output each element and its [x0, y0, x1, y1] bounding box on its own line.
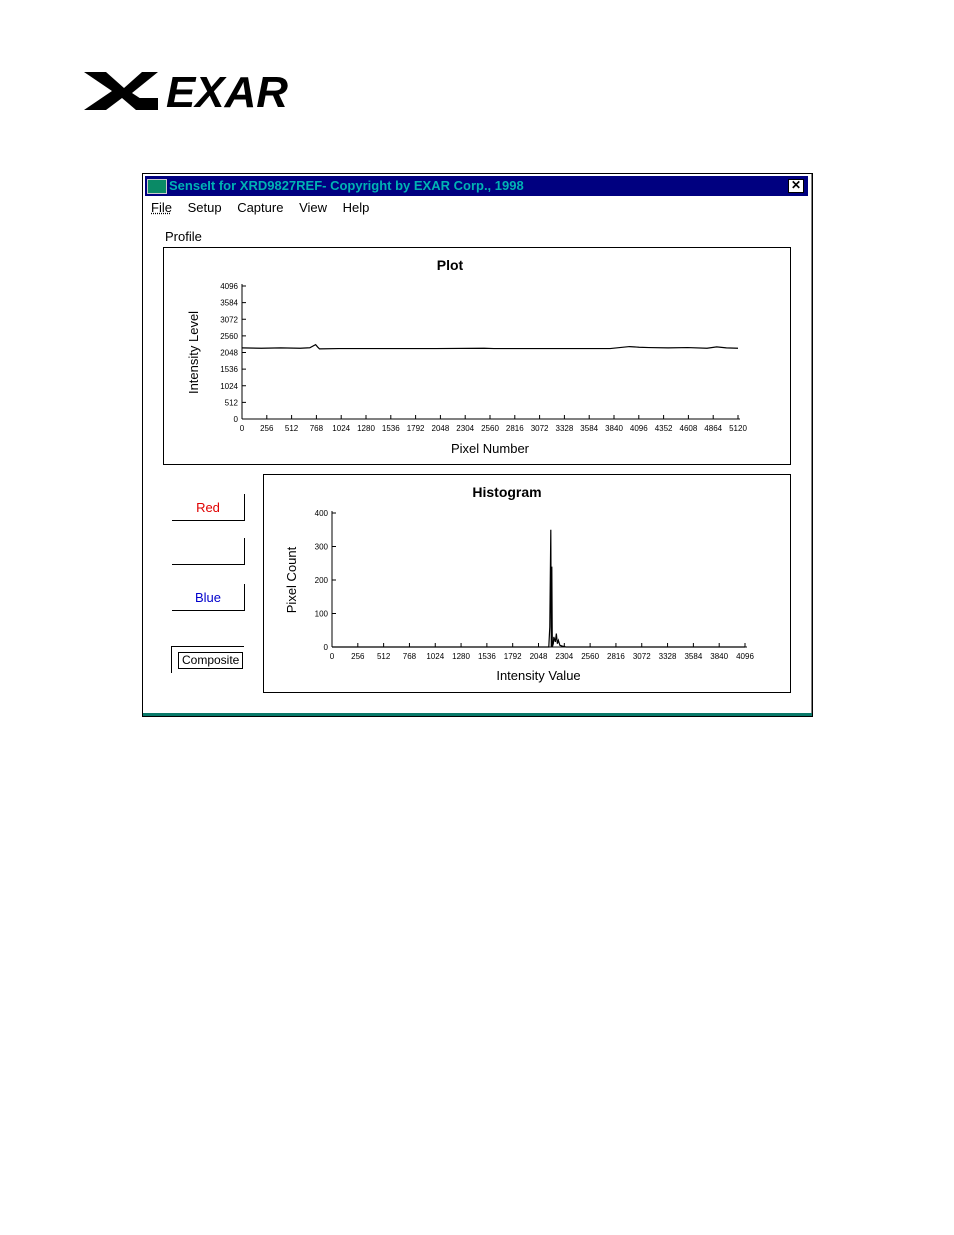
- chart-title: Histogram: [472, 484, 541, 500]
- x-tick-label: 3328: [556, 424, 574, 433]
- y-tick-label: 100: [315, 610, 329, 619]
- x-tick-label: 2560: [581, 652, 599, 661]
- histogram-panel: Histogram 0 256 512 768 1024 1280 1536 1792 2048 2…: [263, 474, 791, 693]
- plot-panel: Plot 0 256 512 768 1024 1280 1536 1792 2048 2304 25…: [163, 247, 791, 465]
- x-tick-label: 1792: [504, 652, 522, 661]
- y-axis-label: Pixel Count: [284, 546, 299, 613]
- x-tick-label: 2048: [530, 652, 548, 661]
- y-tick-label: 1024: [220, 382, 238, 391]
- x-tick-label: 2048: [432, 424, 450, 433]
- x-tick-label: 2560: [481, 424, 499, 433]
- app-window: SenseIt for XRD9827REF- Copyright by EXA…: [142, 173, 813, 717]
- y-tick-label: 512: [225, 398, 239, 407]
- y-tick-label: 1536: [220, 365, 238, 374]
- series-line: [332, 529, 745, 648]
- x-tick-label: 1536: [382, 424, 400, 433]
- window-title: SenseIt for XRD9827REF- Copyright by EXA…: [169, 178, 524, 193]
- x-axis-label: Pixel Number: [451, 441, 530, 456]
- x-tick-label: 0: [330, 652, 335, 661]
- y-tick-label: 3584: [220, 299, 238, 308]
- menu-capture[interactable]: Capture: [237, 200, 283, 215]
- composite-label: Composite: [178, 652, 244, 669]
- x-tick-label: 3072: [531, 424, 549, 433]
- x-tick-label: 1024: [332, 424, 350, 433]
- x-tick-label: 1280: [452, 652, 470, 661]
- x-tick-label: 4096: [630, 424, 648, 433]
- x-tick-label: 1024: [426, 652, 444, 661]
- composite-button[interactable]: Composite: [171, 646, 244, 673]
- series-line: [241, 343, 739, 350]
- y-tick-label: 2048: [220, 349, 238, 358]
- close-icon: ✕: [790, 178, 802, 192]
- x-tick-label: 2816: [607, 652, 625, 661]
- menu-bar: File Setup Capture View Help: [151, 200, 381, 218]
- title-bar[interactable]: SenseIt for XRD9827REF- Copyright by EXA…: [145, 176, 808, 196]
- plot-chart: Plot 0 256 512 768 1024 1280 1536 1792 2048 2304 25…: [186, 257, 747, 456]
- x-tick-label: 256: [260, 424, 274, 433]
- red-button[interactable]: Red: [172, 494, 245, 521]
- y-tick-label: 4096: [220, 282, 238, 291]
- x-tick-label: 4096: [736, 652, 754, 661]
- x-tick-label: 512: [285, 424, 299, 433]
- y-tick-label: 2560: [220, 332, 238, 341]
- x-tick-label: 1792: [407, 424, 425, 433]
- y-tick-label: 0: [234, 415, 239, 424]
- close-button[interactable]: ✕: [788, 179, 804, 193]
- x-tick-label: 3328: [659, 652, 677, 661]
- x-tick-label: 3840: [710, 652, 728, 661]
- chart-title: Plot: [437, 257, 464, 273]
- x-tick-label: 256: [351, 652, 365, 661]
- y-tick-label: 200: [315, 576, 329, 585]
- y-tick-label: 400: [315, 509, 329, 518]
- x-tick-label: 2304: [456, 424, 474, 433]
- x-tick-label: 768: [403, 652, 417, 661]
- x-tick-label: 4352: [655, 424, 673, 433]
- x-tick-label: 0: [240, 424, 245, 433]
- menu-file[interactable]: File: [151, 200, 172, 215]
- histogram-chart: Histogram 0 256 512 768 1024 1280 1536 1792 2048 2…: [284, 484, 754, 683]
- x-tick-label: 3840: [605, 424, 623, 433]
- x-tick-label: 2304: [555, 652, 573, 661]
- x-tick-label: 2816: [506, 424, 524, 433]
- x-tick-label: 4608: [680, 424, 698, 433]
- x-tick-label: 3584: [580, 424, 598, 433]
- menu-help[interactable]: Help: [343, 200, 370, 215]
- profile-label: Profile: [165, 229, 202, 244]
- x-tick-label: 5120: [729, 424, 747, 433]
- x-tick-label: 768: [310, 424, 324, 433]
- x-tick-label: 1536: [478, 652, 496, 661]
- svg-text:EXAR: EXAR: [166, 72, 288, 110]
- green-button[interactable]: [172, 538, 245, 565]
- y-axis-label: Intensity Level: [186, 311, 201, 394]
- y-tick-label: 0: [324, 643, 329, 652]
- y-tick-label: 300: [315, 543, 329, 552]
- x-tick-label: 3584: [684, 652, 702, 661]
- blue-button[interactable]: Blue: [172, 584, 245, 611]
- x-tick-label: 3072: [633, 652, 651, 661]
- y-tick-label: 3072: [220, 315, 238, 324]
- app-icon: [147, 179, 167, 194]
- x-axis-label: Intensity Value: [496, 668, 580, 683]
- exar-logo: EXAR: [84, 72, 288, 110]
- x-tick-label: 1280: [357, 424, 375, 433]
- x-tick-label: 512: [377, 652, 391, 661]
- x-tick-label: 4864: [704, 424, 722, 433]
- menu-view[interactable]: View: [299, 200, 327, 215]
- menu-setup[interactable]: Setup: [188, 200, 222, 215]
